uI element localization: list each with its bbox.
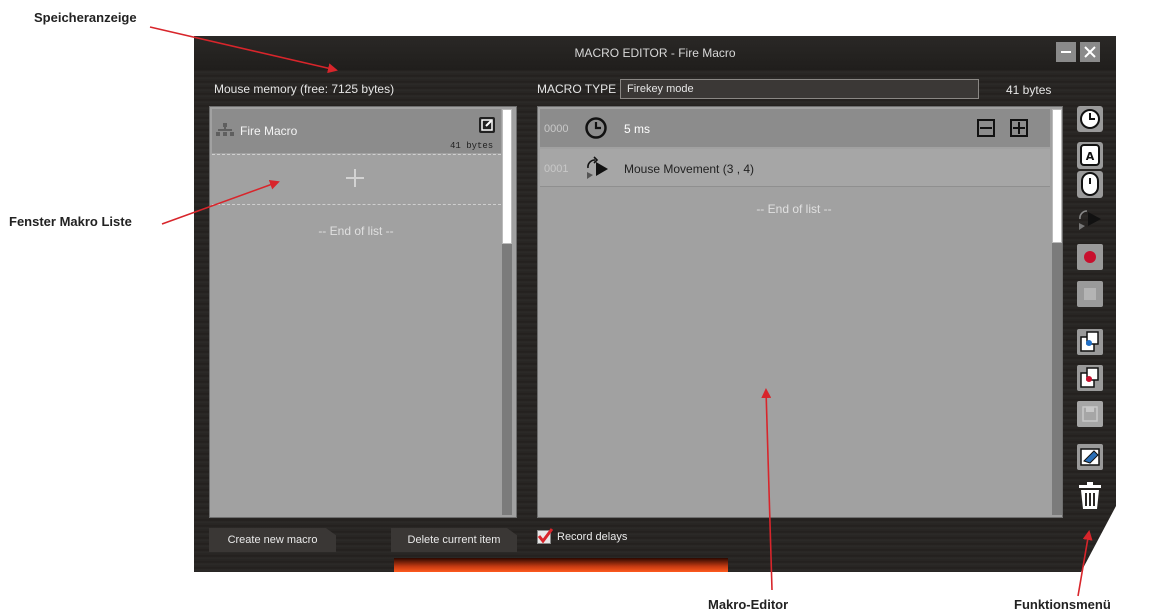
annotation-macro-editor: Makro-Editor	[708, 597, 789, 612]
annotation-memory-display: Speicheranzeige	[34, 10, 137, 25]
edit-icon[interactable]	[479, 117, 495, 133]
plus-icon[interactable]	[346, 169, 364, 187]
record-button[interactable]	[1076, 243, 1104, 271]
stop-icon	[1077, 281, 1103, 307]
clock-icon	[585, 117, 607, 139]
end-of-list-label: -- End of list --	[318, 224, 394, 238]
stop-button[interactable]	[1076, 280, 1104, 308]
clock-icon	[1077, 106, 1103, 132]
list-scrollbar[interactable]	[502, 109, 512, 515]
memory-display: Mouse memory (free: 7125 bytes)	[214, 82, 395, 96]
editor-scrollbar[interactable]	[1052, 109, 1062, 515]
eraser-icon	[1077, 444, 1103, 470]
window-title: MACRO EDITOR - Fire Macro	[574, 46, 736, 60]
annotation-function-menu: Funktionsmenü	[1014, 597, 1111, 612]
row-index: 0001	[544, 163, 569, 175]
title-bar: MACRO EDITOR - Fire Macro	[194, 36, 1116, 70]
close-button[interactable]	[1080, 42, 1100, 62]
row-index: 0000	[544, 123, 569, 135]
minus-square-icon[interactable]	[977, 119, 995, 137]
minimize-button[interactable]	[1056, 42, 1076, 62]
mouse-move-icon	[587, 156, 608, 179]
copy-icon	[1077, 329, 1103, 355]
insert-movement-button[interactable]	[1076, 205, 1104, 233]
insert-key-button[interactable]: A	[1076, 142, 1104, 198]
macro-type-select[interactable]: Firekey mode	[620, 79, 979, 99]
macro-list-item[interactable]: Fire Macro 41 bytes	[212, 109, 501, 153]
paste-button[interactable]	[1076, 364, 1104, 392]
macro-name: Fire Macro	[240, 124, 298, 138]
macro-size-label: 41 bytes	[1006, 83, 1052, 97]
macro-editor-window: MACRO EDITOR - Fire Macro Mouse memory (…	[194, 36, 1116, 572]
save-button[interactable]	[1076, 400, 1104, 428]
macro-editor-panel: 0000 5 ms 0001 Mouse Movement (3 , 4) --…	[537, 106, 1063, 518]
record-delays-label: Record delays	[557, 531, 628, 543]
checkmark-icon	[537, 528, 553, 544]
row-text: 5 ms	[624, 122, 651, 136]
minimize-icon	[1061, 51, 1071, 53]
add-macro-row[interactable]	[212, 155, 501, 203]
svg-text:A: A	[1086, 150, 1095, 163]
record-icon	[1077, 244, 1103, 270]
annotation-macro-list-window: Fenster Makro Liste	[9, 214, 132, 229]
copy-button[interactable]	[1076, 328, 1104, 356]
end-of-list-label: -- End of list --	[756, 202, 832, 216]
macro-list-panel: Fire Macro 41 bytes -- End of list --	[209, 106, 517, 518]
divider	[212, 204, 501, 205]
editor-row[interactable]: 0001 Mouse Movement (3 , 4)	[540, 149, 1050, 187]
close-icon	[1084, 46, 1096, 58]
mouse-move-icon	[1079, 210, 1101, 230]
insert-delay-button[interactable]	[1076, 105, 1104, 133]
clear-button[interactable]	[1076, 443, 1104, 471]
tree-icon	[216, 123, 234, 136]
create-macro-button[interactable]: Create new macro	[209, 528, 336, 552]
decorative-glow	[394, 558, 728, 572]
macro-type-label: MACRO TYPE	[537, 82, 617, 96]
row-text: Mouse Movement (3 , 4)	[624, 162, 755, 176]
editor-row[interactable]: 0000 5 ms	[540, 109, 1050, 147]
delete-button[interactable]	[1076, 482, 1104, 510]
macro-size: 41 bytes	[450, 141, 494, 151]
list-scroll-thumb[interactable]	[502, 109, 512, 244]
save-icon	[1077, 401, 1103, 427]
paste-icon	[1077, 365, 1103, 391]
keyboard-mouse-icon: A	[1077, 142, 1103, 198]
record-delays-toggle[interactable]: Record delays	[537, 528, 628, 544]
editor-scroll-thumb[interactable]	[1052, 109, 1062, 243]
record-delays-checkbox[interactable]	[537, 528, 553, 544]
delete-item-button[interactable]: Delete current item	[391, 528, 517, 552]
trash-icon	[1079, 482, 1101, 509]
plus-square-icon[interactable]	[1010, 119, 1028, 137]
